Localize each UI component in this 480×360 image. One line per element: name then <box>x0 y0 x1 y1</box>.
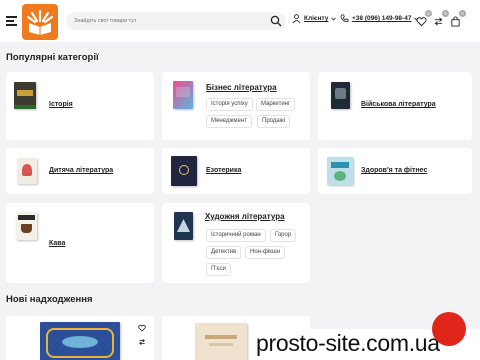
compare-icon <box>434 17 443 26</box>
category-name[interactable]: Військова література <box>361 101 436 108</box>
subcategory-chip[interactable]: Горор <box>270 229 297 242</box>
phone-icon <box>340 14 349 23</box>
heart-icon <box>416 17 427 27</box>
user-icon <box>292 14 301 23</box>
search-icon[interactable] <box>270 15 282 27</box>
new-arrivals-title: Нові надходження <box>6 294 93 305</box>
category-card-children[interactable]: Дитяча література <box>6 148 154 194</box>
chevron-down-icon <box>331 17 337 21</box>
product-image <box>195 323 247 360</box>
subcategory-chip[interactable]: Історичний роман <box>206 229 266 242</box>
watermark-text: prosto-site.com.ua <box>256 330 440 356</box>
compare-icon[interactable] <box>138 338 146 346</box>
category-image <box>14 82 36 109</box>
category-card-health[interactable]: Здоров'я та фітнес <box>318 148 472 194</box>
bag-icon <box>451 16 460 27</box>
login-link[interactable]: Клієнту <box>292 14 337 23</box>
subcategory-chip[interactable]: Історія успіху <box>206 98 253 111</box>
category-image <box>17 158 37 184</box>
subcategory-chip[interactable]: Продажі <box>257 115 291 128</box>
category-name[interactable]: Езотерика <box>206 167 241 174</box>
category-card-coffee[interactable]: Кава <box>6 203 154 283</box>
category-name[interactable]: Бізнес література <box>206 83 277 92</box>
category-card-history[interactable]: Історія <box>6 72 154 140</box>
category-card-esoteric[interactable]: Езотерика <box>162 148 310 194</box>
compare-button[interactable]: 0 <box>433 10 449 26</box>
cart-count: 0 <box>459 10 466 17</box>
site-logo[interactable] <box>22 4 58 40</box>
category-name[interactable]: Кава <box>49 240 65 247</box>
subcategory-chip[interactable]: Детектив <box>206 246 242 259</box>
cart-button[interactable]: 0 <box>450 10 466 27</box>
category-image <box>16 212 37 240</box>
menu-icon[interactable] <box>6 16 17 26</box>
phone-link[interactable]: +38 (096) 149-98-47 <box>340 14 420 23</box>
category-card-business[interactable]: Бізнес література Історія успіху Маркети… <box>162 72 310 140</box>
search-input[interactable] <box>74 14 264 28</box>
heart-icon[interactable] <box>138 324 146 332</box>
favorites-button[interactable]: 0 <box>416 10 432 27</box>
phone-number: +38 (096) 149-98-47 <box>352 15 412 22</box>
category-name[interactable]: Дитяча література <box>49 167 113 174</box>
book-logo-icon <box>26 9 54 35</box>
subcategory-chip[interactable]: Маркетинг <box>256 98 296 111</box>
chat-button[interactable] <box>432 312 466 346</box>
subcategory-chip[interactable]: Нон-фікшн <box>245 246 286 259</box>
category-image <box>173 81 193 109</box>
category-image <box>327 157 353 185</box>
compare-count: 0 <box>442 10 449 17</box>
category-image <box>331 82 350 109</box>
category-card-military[interactable]: Військова література <box>318 72 472 140</box>
search-box <box>66 12 286 30</box>
favorites-count: 0 <box>425 10 432 17</box>
subcategory-chip[interactable]: Менеджмент <box>206 115 252 128</box>
product-image <box>40 322 120 360</box>
subcategory-chip[interactable]: П'єси <box>206 263 231 276</box>
category-card-fiction[interactable]: Художня література Історичний роман Горо… <box>162 203 310 283</box>
popular-categories-title: Популярні категорії <box>6 52 99 63</box>
category-name[interactable]: Історія <box>49 101 73 108</box>
category-image <box>174 212 193 240</box>
category-name[interactable]: Здоров'я та фітнес <box>361 167 427 174</box>
category-image <box>171 156 197 186</box>
login-label: Клієнту <box>304 15 329 22</box>
header: Клієнту +38 (096) 149-98-47 0 0 0 <box>0 0 480 42</box>
product-card[interactable] <box>6 316 154 360</box>
category-name[interactable]: Художня література <box>205 212 285 221</box>
